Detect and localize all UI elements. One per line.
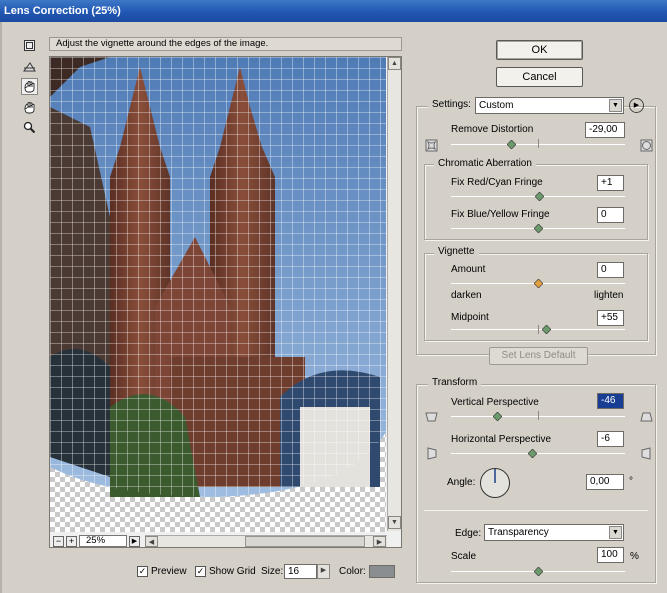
edge-dropdown-arrow: ▼ [609,526,622,539]
angle-dial[interactable] [479,467,511,499]
scale-field[interactable]: 100 [597,547,624,563]
settings-label: Settings: [428,99,475,110]
angle-unit: ° [629,476,633,487]
grid-size-arrow[interactable]: ▶ [317,564,330,579]
lighten-label: lighten [594,290,624,301]
preview-label: Preview [151,566,187,577]
title-bar: Lens Correction (25%) [0,0,667,22]
angle-field[interactable]: 0,00 [586,474,624,490]
amount-slider[interactable] [533,279,543,288]
midpoint-center-tick [538,325,539,334]
grid-color-swatch[interactable] [369,565,395,578]
move-grid-tool-icon [24,81,35,93]
show-grid-checkbox[interactable]: ✓ [195,566,206,577]
settings-select[interactable]: Custom ▼ [475,97,624,114]
color-label: Color: [339,566,366,577]
scale-slider[interactable] [533,567,543,576]
scale-unit: % [630,551,639,562]
horizontal-perspective-label: Horizontal Perspective [451,434,552,445]
vertical-perspective-up-icon [640,412,653,422]
edge-value: Transparency [488,527,549,538]
window-title: Lens Correction (25%) [4,5,121,17]
zoom-tool-icon [23,121,36,134]
transform-divider [424,510,648,511]
remove-distortion-slider[interactable] [507,140,517,149]
scale-label: Scale [451,551,477,562]
amount-field[interactable]: 0 [597,262,624,278]
settings-menu-icon[interactable]: ▶ [629,98,644,113]
midpoint-label: Midpoint [451,312,489,323]
scroll-right-button[interactable]: ▶ [373,536,386,547]
vertical-perspective-slider[interactable] [493,412,503,421]
hand-tool-icon [24,102,35,114]
horizontal-perspective-slider[interactable] [528,449,538,458]
horizontal-perspective-right-icon [641,447,651,460]
preview-image [50,57,386,532]
zoom-control: − + 25% ▶ [53,535,140,547]
straighten-tool[interactable] [21,58,38,75]
vertical-perspective-down-icon [425,412,438,422]
scroll-thumb[interactable] [245,536,365,547]
blue-yellow-field[interactable]: 0 [597,207,624,223]
cancel-button[interactable]: Cancel [496,67,583,87]
zoom-level-field[interactable]: 25% [79,535,127,547]
remove-distortion-center-tick [538,139,539,148]
settings-dropdown-arrow: ▼ [609,99,622,112]
scroll-down-button[interactable]: ▼ [388,516,401,529]
red-cyan-label: Fix Red/Cyan Fringe [451,177,543,188]
vertical-perspective-center-tick [538,411,539,420]
pincushion-icon [425,139,438,152]
horizontal-perspective-field[interactable]: -6 [597,431,624,447]
midpoint-slider[interactable] [542,325,552,334]
remove-distortion-tool-icon [24,40,35,51]
hint-text: Adjust the vignette around the edges of … [49,37,402,51]
blue-yellow-slider[interactable] [533,224,543,233]
size-label: Size: [261,566,284,577]
preview-canvas[interactable] [49,56,402,548]
amount-label: Amount [451,264,486,275]
edge-select[interactable]: Transparency ▼ [484,524,624,541]
red-cyan-slider[interactable] [535,192,545,201]
vertical-scrollbar[interactable]: ▲ ▼ [387,57,401,531]
edge-label: Edge: [455,528,482,539]
remove-distortion-field[interactable]: -29,00 [585,122,625,138]
scroll-left-button[interactable]: ◀ [145,536,158,547]
straighten-tool-icon [23,62,36,72]
grid-size-field[interactable]: 16 [284,564,317,579]
vertical-perspective-field[interactable]: -46 [597,393,624,409]
show-grid-label: Show Grid [209,566,256,577]
preview-checkbox[interactable]: ✓ [137,566,148,577]
move-grid-tool[interactable] [21,78,38,95]
scroll-up-button[interactable]: ▲ [388,57,401,70]
angle-label: Angle: [447,477,476,488]
barrel-icon [640,139,653,152]
vertical-perspective-label: Vertical Perspective [451,397,539,408]
set-lens-default-button[interactable]: Set Lens Default [489,347,588,365]
horizontal-perspective-track [451,453,625,454]
zoom-out-button[interactable]: − [53,535,64,547]
midpoint-field[interactable]: +55 [597,310,624,326]
settings-value: Custom [479,100,514,111]
blue-yellow-label: Fix Blue/Yellow Fringe [451,209,550,220]
horizontal-perspective-left-icon [427,447,437,460]
zoom-in-button[interactable]: + [66,535,77,547]
chromatic-aberration-title: Chromatic Aberration [434,158,536,169]
zoom-tool[interactable] [21,119,38,136]
ok-button[interactable]: OK [496,40,583,60]
remove-distortion-tool[interactable] [21,37,38,54]
darken-label: darken [451,290,482,301]
horizontal-scrollbar[interactable]: ◀ ▶ [145,535,387,547]
remove-distortion-label: Remove Distortion [451,124,534,135]
vignette-title: Vignette [434,246,479,257]
zoom-menu-arrow[interactable]: ▶ [129,535,140,547]
red-cyan-field[interactable]: +1 [597,175,624,191]
hand-tool[interactable] [21,99,38,116]
transform-title: Transform [428,377,482,388]
